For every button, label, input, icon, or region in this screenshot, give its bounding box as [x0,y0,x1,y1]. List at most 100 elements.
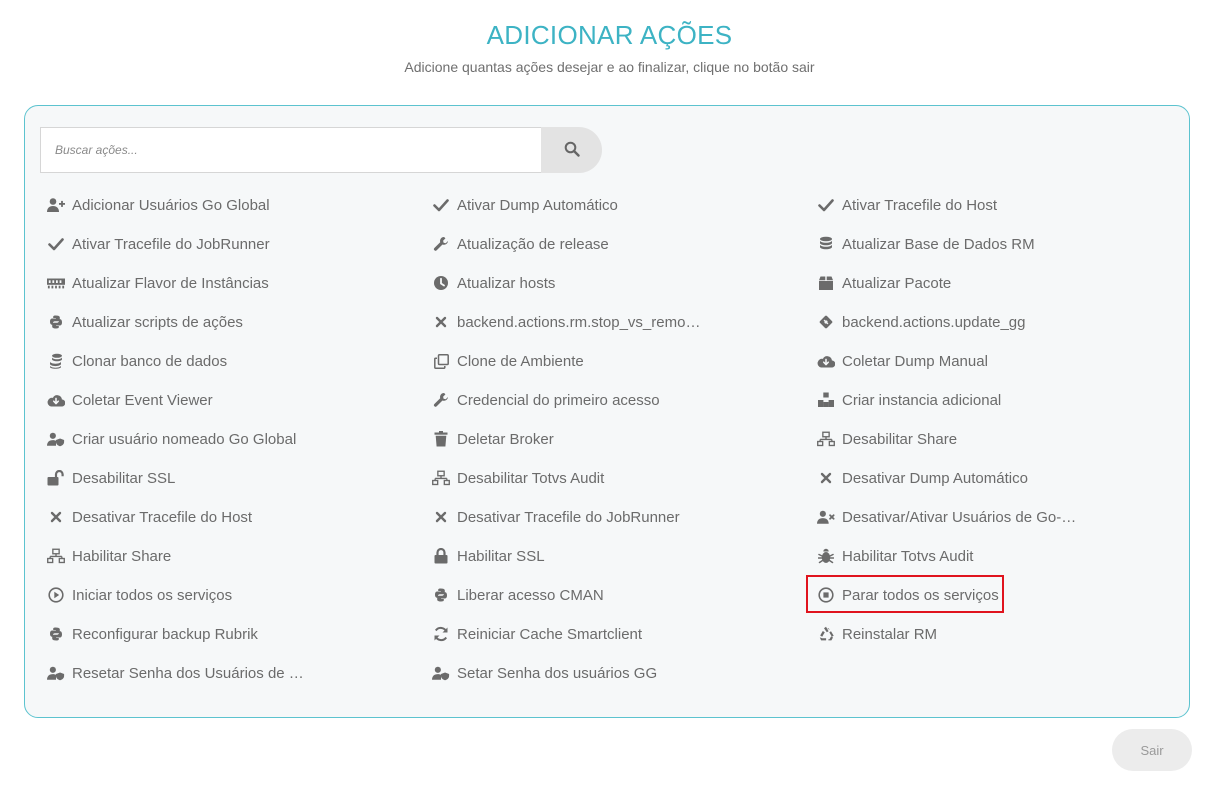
check-icon [817,196,835,214]
check-icon [47,235,65,253]
search-button[interactable] [541,127,602,173]
trash-icon [432,430,450,448]
search-input[interactable] [40,127,542,173]
action-label: Reconfigurar backup Rubrik [72,625,258,643]
times-icon [817,469,835,487]
network-icon [817,430,835,448]
action-label: Desativar/Ativar Usuários de Go-… [842,508,1077,526]
action-item[interactable]: Desativar Tracefile do Host [47,506,252,528]
python-icon [432,586,450,604]
bug-icon [817,547,835,565]
action-item[interactable]: Clone de Ambiente [432,350,584,372]
clock-icon [432,274,450,292]
action-label: Clone de Ambiente [457,352,584,370]
action-item[interactable]: Coletar Event Viewer [47,389,213,411]
action-item[interactable]: Ativar Tracefile do Host [817,194,997,216]
wrench-icon [432,391,450,409]
action-item[interactable]: Liberar acesso CMAN [432,584,604,606]
action-label: Atualizar hosts [457,274,556,292]
action-label: Desativar Tracefile do JobRunner [457,508,680,526]
action-label: Atualizar Pacote [842,274,952,292]
action-label: backend.actions.update_gg [842,313,1026,331]
action-item[interactable]: Atualizar hosts [432,272,555,294]
user-shield-icon [47,430,65,448]
box-icon [817,274,835,292]
action-item[interactable]: Parar todos os serviços [817,584,999,606]
action-label: Criar instancia adicional [842,391,1002,409]
action-item[interactable]: Clonar banco de dados [47,350,227,372]
action-label: Atualização de release [457,235,609,253]
check-icon [432,196,450,214]
action-item[interactable]: Credencial do primeiro acesso [432,389,660,411]
action-label: Atualizar Flavor de Instâncias [72,274,269,292]
action-item[interactable]: Adicionar Usuários Go Global [47,194,270,216]
cloud-download-icon [817,352,835,370]
python-icon [47,625,65,643]
stop-circle-icon [817,586,835,604]
git-icon [817,313,835,331]
action-item[interactable]: backend.actions.rm.stop_vs_remo… [432,311,700,333]
action-item[interactable]: Setar Senha dos usuários GG [432,662,657,684]
action-label: Coletar Event Viewer [72,391,213,409]
action-item[interactable]: Reinstalar RM [817,623,937,645]
action-item[interactable]: Atualizar scripts de ações [47,311,243,333]
user-shield-icon [47,664,65,682]
action-item[interactable]: Atualizar Base de Dados RM [817,233,1035,255]
action-item[interactable]: Desativar Tracefile do JobRunner [432,506,680,528]
action-label: Credencial do primeiro acesso [457,391,660,409]
action-label: Coletar Dump Manual [842,352,988,370]
action-label: Habilitar Share [72,547,172,565]
action-label: Ativar Tracefile do Host [842,196,998,214]
action-item[interactable]: Ativar Dump Automático [432,194,618,216]
action-label: Habilitar Totvs Audit [842,547,974,565]
action-label: Desabilitar SSL [72,469,176,487]
action-label: Atualizar Base de Dados RM [842,235,1035,253]
cloud-download-icon [47,391,65,409]
action-item[interactable]: Habilitar Share [47,545,171,567]
action-label: Iniciar todos os serviços [72,586,233,604]
user-shield-icon [432,664,450,682]
add-actions-modal: ADICIONAR AÇÕES Adicione quantas ações d… [0,0,1219,798]
action-item[interactable]: Resetar Senha dos Usuários de … [47,662,304,684]
action-item[interactable]: Coletar Dump Manual [817,350,988,372]
action-item[interactable]: Reconfigurar backup Rubrik [47,623,258,645]
recycle-icon [817,625,835,643]
action-label: Ativar Tracefile do JobRunner [72,235,270,253]
times-icon [47,508,65,526]
action-item[interactable]: Atualizar Flavor de Instâncias [47,272,269,294]
action-item[interactable]: Desabilitar Share [817,428,957,450]
action-item[interactable]: Desativar/Ativar Usuários de Go-… [817,506,1076,528]
action-item[interactable]: Reiniciar Cache Smartclient [432,623,642,645]
action-item[interactable]: Habilitar Totvs Audit [817,545,973,567]
action-label: Adicionar Usuários Go Global [72,196,270,214]
action-label: Reiniciar Cache Smartclient [457,625,643,643]
network-icon [432,469,450,487]
action-item[interactable]: Desativar Dump Automático [817,467,1028,489]
action-item[interactable]: Desabilitar SSL [47,467,175,489]
wrench-icon [432,235,450,253]
action-item[interactable]: Atualizar Pacote [817,272,951,294]
action-label: Atualizar scripts de ações [72,313,243,331]
action-item[interactable]: Criar instancia adicional [817,389,1001,411]
action-item[interactable]: Habilitar SSL [432,545,545,567]
unlock-icon [47,469,65,487]
action-item[interactable]: Criar usuário nomeado Go Global [47,428,296,450]
action-item[interactable]: Iniciar todos os serviços [47,584,232,606]
action-item[interactable]: backend.actions.update_gg [817,311,1025,333]
exit-button[interactable]: Sair [1112,729,1192,771]
action-label: Reinstalar RM [842,625,938,643]
action-label: Criar usuário nomeado Go Global [72,430,297,448]
search-icon [564,141,580,160]
user-plus-icon [47,196,65,214]
cubes-icon [817,391,835,409]
action-item[interactable]: Ativar Tracefile do JobRunner [47,233,270,255]
network-icon [47,547,65,565]
action-item[interactable]: Desabilitar Totvs Audit [432,467,604,489]
sync-icon [432,625,450,643]
times-icon [432,313,450,331]
action-item[interactable]: Atualização de release [432,233,609,255]
action-item[interactable]: Deletar Broker [432,428,554,450]
action-label: Desativar Dump Automático [842,469,1028,487]
memory-icon [47,274,65,292]
action-label: backend.actions.rm.stop_vs_remo… [457,313,701,331]
